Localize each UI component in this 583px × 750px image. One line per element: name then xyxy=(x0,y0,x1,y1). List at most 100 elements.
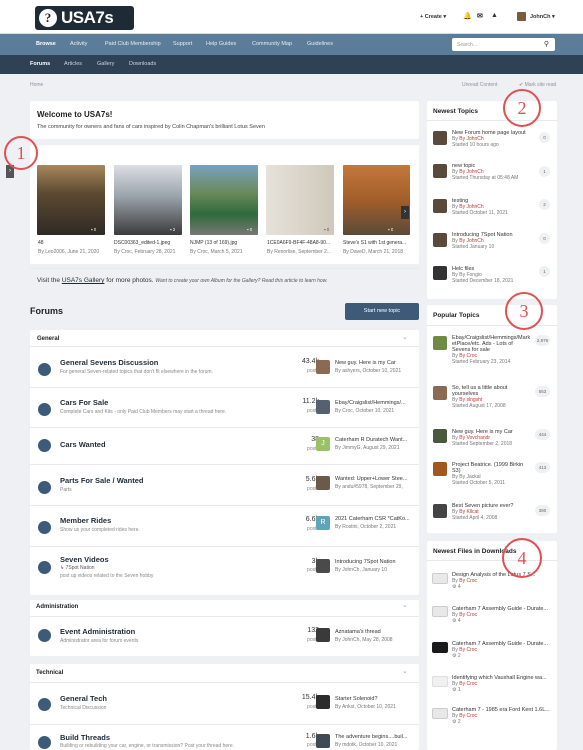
last-post-title[interactable]: New guy. Here is my Car xyxy=(335,360,419,366)
unread-content-link[interactable]: Unread Content xyxy=(462,82,497,88)
topic-item[interactable]: So, tell us a little about yourselves By… xyxy=(452,385,532,409)
topic-item[interactable]: Project Beatrice. (1999 Birkin S3) By By… xyxy=(452,462,532,486)
last-post-title[interactable]: Wanted: Upper+Lower Stee... xyxy=(335,476,419,482)
forum-row[interactable]: Member Rides Show us your completed ride… xyxy=(36,513,420,543)
forum-name[interactable]: General Sevens Discussion xyxy=(60,358,158,367)
file-thumbnail[interactable] xyxy=(432,676,448,687)
topic-item[interactable]: Ebay/Craigslist/Hemmings/Mark etPlace/et… xyxy=(452,335,532,365)
mail-icon[interactable]: ✉ xyxy=(477,12,483,20)
topic-item[interactable]: Best Seven picture ever? By By Kllcat St… xyxy=(452,503,532,521)
file-author[interactable]: By Croc xyxy=(459,612,477,618)
avatar[interactable] xyxy=(433,462,447,476)
avatar[interactable] xyxy=(433,504,447,518)
section-title[interactable]: General xyxy=(37,336,421,342)
avatar[interactable] xyxy=(433,429,447,443)
avatar[interactable]: R xyxy=(316,516,330,530)
file-thumbnail[interactable] xyxy=(432,606,448,617)
last-post-title[interactable]: Introducing 7Spot Nation xyxy=(335,559,419,565)
forum-name[interactable]: Event Administration xyxy=(60,627,135,636)
gallery-photo[interactable] xyxy=(266,165,334,235)
forum-row[interactable]: Parts For Sale / Wanted Parts 5.6k posts… xyxy=(36,473,420,503)
forum-row[interactable]: Seven Videos ↳ 7Spot Nation post up vide… xyxy=(36,553,420,591)
warning-icon[interactable]: ▲ xyxy=(491,12,498,19)
file-author[interactable]: By Croc xyxy=(459,578,477,584)
nav-guidelines[interactable]: Guidelines xyxy=(307,41,333,47)
file-author[interactable]: By Croc xyxy=(459,681,477,687)
search-input[interactable]: Search... ⚲ xyxy=(452,38,555,51)
section-title[interactable]: Administration xyxy=(36,604,420,610)
avatar[interactable] xyxy=(433,386,447,400)
last-post-title[interactable]: Aznatama's thread xyxy=(335,629,419,635)
forum-row[interactable]: Cars For Sale Complete Cars and Kits - o… xyxy=(36,395,420,425)
gallery-photo[interactable] xyxy=(37,165,105,235)
avatar[interactable] xyxy=(316,559,330,573)
forum-name[interactable]: Parts For Sale / Wanted xyxy=(60,476,144,485)
photo-title[interactable]: DSC00363_edited-1.jpeg xyxy=(114,240,188,246)
gallery-next-arrow[interactable]: › xyxy=(401,206,409,219)
last-post-title[interactable]: Caterham R Duratech Want... xyxy=(335,437,419,443)
avatar[interactable] xyxy=(433,336,447,350)
file-item[interactable]: Caterham 7 Assembly Guide - Durate... By… xyxy=(452,641,552,659)
subforum-link[interactable]: ↳ 7Spot Nation xyxy=(60,565,95,571)
avatar[interactable] xyxy=(433,199,447,213)
last-post-title[interactable]: Starter Solenoid? xyxy=(335,696,419,702)
avatar[interactable] xyxy=(316,360,330,374)
mark-read-link[interactable]: ✔ Mark site read xyxy=(519,82,556,88)
bell-icon[interactable]: 🔔 xyxy=(463,12,472,20)
file-thumbnail[interactable] xyxy=(432,642,448,653)
photo-title[interactable]: 1CE0A6F9-BF4F-48A8-90... xyxy=(267,240,341,246)
forum-name[interactable]: Cars Wanted xyxy=(60,440,106,449)
gallery-link[interactable]: USA7s Gallery xyxy=(62,277,105,284)
start-new-topic-button[interactable]: Start new topic xyxy=(345,303,419,320)
avatar[interactable] xyxy=(517,12,526,21)
forum-row[interactable]: General Tech Technical Discussion 15.4k … xyxy=(36,692,420,720)
topic-item[interactable]: New guy. Here is my Car By By Vovchandr … xyxy=(452,429,532,447)
site-logo[interactable]: ? USA7s xyxy=(35,6,134,30)
file-thumbnail[interactable] xyxy=(432,708,448,719)
nav-support[interactable]: Support xyxy=(173,41,192,47)
photo-title[interactable]: NJMP (13 of 169).jpg xyxy=(190,240,264,246)
gallery-photo[interactable] xyxy=(343,165,410,235)
section-title[interactable]: Technical xyxy=(36,670,420,676)
subnav-forums[interactable]: Forums xyxy=(30,61,50,67)
breadcrumb[interactable]: Home xyxy=(30,82,43,88)
nav-activity[interactable]: Activity xyxy=(70,41,87,47)
gallery-photo[interactable] xyxy=(114,165,182,235)
forum-name[interactable]: Member Rides xyxy=(60,516,111,525)
gallery-photo[interactable] xyxy=(190,165,258,235)
forum-name[interactable]: Build Threads xyxy=(60,733,110,742)
file-thumbnail[interactable] xyxy=(432,573,448,584)
forum-row[interactable]: Event Administration Administrator area … xyxy=(36,624,420,652)
photo-title[interactable]: 48 xyxy=(38,240,44,246)
forum-name[interactable]: General Tech xyxy=(60,694,107,703)
avatar[interactable] xyxy=(316,734,330,748)
file-author[interactable]: By Croc xyxy=(459,713,477,719)
create-button[interactable]: + Create ▾ xyxy=(420,14,446,20)
avatar[interactable] xyxy=(316,400,330,414)
file-item[interactable]: Caterham 7 - 1985 era Ford Kent 1.6L... … xyxy=(452,707,552,725)
avatar[interactable] xyxy=(316,628,330,642)
nav-help-guides[interactable]: Help Guides xyxy=(206,41,236,47)
last-post-title[interactable]: 2021 Caterham CSR *CatKo... xyxy=(335,516,419,522)
collapse-icon[interactable]: ⌄ xyxy=(402,333,408,341)
file-item[interactable]: Identifying which Vauxhall Engine wa... … xyxy=(452,675,552,693)
subnav-articles[interactable]: Articles xyxy=(64,61,82,67)
avatar[interactable] xyxy=(433,233,447,247)
forum-row[interactable]: Build Threads Building or rebuilding you… xyxy=(36,731,420,750)
forum-row[interactable]: General Sevens Discussion For general Se… xyxy=(36,355,420,385)
photo-title[interactable]: Steve's S1 with 1st genera... xyxy=(343,240,411,246)
subnav-downloads[interactable]: Downloads xyxy=(129,61,156,67)
avatar[interactable] xyxy=(316,476,330,490)
avatar[interactable] xyxy=(433,164,447,178)
avatar[interactable]: J xyxy=(316,437,330,451)
avatar[interactable] xyxy=(433,266,447,280)
nav-membership[interactable]: Paid Club Membership xyxy=(105,41,161,47)
avatar[interactable] xyxy=(316,695,330,709)
avatar[interactable] xyxy=(433,131,447,145)
file-item[interactable]: Caterham 7 Assembly Guide - Durate... By… xyxy=(452,606,552,624)
nav-community-map[interactable]: Community Map xyxy=(252,41,292,47)
last-post-title[interactable]: The adventure begins....buil... xyxy=(335,734,419,740)
user-menu[interactable]: JohnCh ▾ xyxy=(530,14,555,20)
file-author[interactable]: By Croc xyxy=(459,647,477,653)
last-post-title[interactable]: Ebay/Craigslist/Hemmings/... xyxy=(335,400,419,406)
